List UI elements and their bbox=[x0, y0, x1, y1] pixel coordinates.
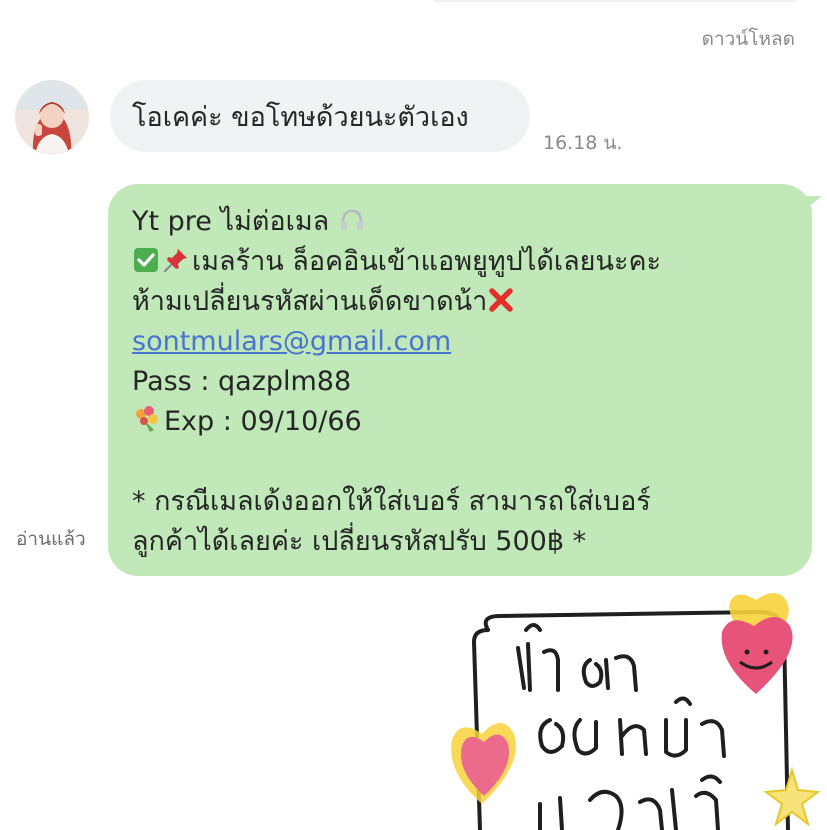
message-line: เมลร้าน ล็อคอินเข้าแอพยูทูปได้เลยนะคะ bbox=[132, 242, 788, 282]
message-line: Exp : 09/10/66 bbox=[132, 402, 788, 442]
bouquet-icon bbox=[136, 406, 158, 432]
message-line: sontmulars@gmail.com bbox=[132, 322, 788, 362]
download-label[interactable]: ดาวน์โหลด bbox=[702, 24, 795, 54]
incoming-message-bubble[interactable]: โอเคค่ะ ขอโทษด้วยนะตัวเอง bbox=[110, 80, 530, 152]
pushpin-icon bbox=[163, 249, 187, 273]
incoming-message-text: โอเคค่ะ ขอโทษด้วยนะตัวเอง bbox=[132, 101, 469, 133]
note-line2-text: ลูกค้าได้เลยค่ะ เปลี่ยนรหัสปรับ 500฿ * bbox=[132, 526, 587, 557]
bubble-tail bbox=[800, 196, 822, 214]
message-timestamp: 16.18 น. bbox=[543, 132, 623, 154]
password-text: Pass : qazplm88 bbox=[132, 366, 352, 397]
line1-text: Yt pre ไม่ต่อเมล bbox=[132, 206, 330, 237]
handwriting-strokes bbox=[516, 623, 726, 830]
message-line: Pass : qazplm88 bbox=[132, 362, 788, 402]
line2-text: เมลร้าน ล็อคอินเข้าแอพยูทูปได้เลยนะคะ bbox=[192, 246, 662, 277]
read-receipt: อ่านแล้ว bbox=[16, 528, 86, 550]
star-icon bbox=[763, 766, 820, 827]
previous-message-stub bbox=[430, 0, 800, 2]
avatar-photo bbox=[15, 80, 89, 154]
message-line: ห้ามเปลี่ยนรหัสผ่านเด็ดขาดน้า bbox=[132, 282, 788, 322]
note-line1-text: * กรณีเมลเด้งออกให้ใส่เบอร์ สามารถใส่เบอ… bbox=[132, 486, 651, 517]
message-line: ลูกค้าได้เลยค่ะ เปลี่ยนรหัสปรับ 500฿ * bbox=[132, 522, 788, 562]
message-line: Yt pre ไม่ต่อเมล bbox=[132, 202, 788, 242]
check-mark-icon bbox=[134, 248, 158, 272]
avatar[interactable] bbox=[15, 80, 89, 154]
line3-text: ห้ามเปลี่ยนรหัสผ่านเด็ดขาดน้า bbox=[132, 286, 488, 317]
message-line: * กรณีเมลเด้งออกให้ใส่เบอร์ สามารถใส่เบอ… bbox=[132, 482, 788, 522]
outgoing-message-bubble[interactable]: Yt pre ไม่ต่อเมล เมลร้าน ล็อคอินเข้าแอพย… bbox=[108, 184, 812, 576]
email-link[interactable]: sontmulars@gmail.com bbox=[132, 326, 451, 357]
handwritten-sticker[interactable] bbox=[440, 590, 820, 830]
expiry-text: Exp : 09/10/66 bbox=[164, 406, 362, 437]
headphones-icon bbox=[340, 209, 363, 230]
pink-heart-icon bbox=[721, 617, 793, 694]
cross-mark-icon bbox=[489, 288, 513, 312]
